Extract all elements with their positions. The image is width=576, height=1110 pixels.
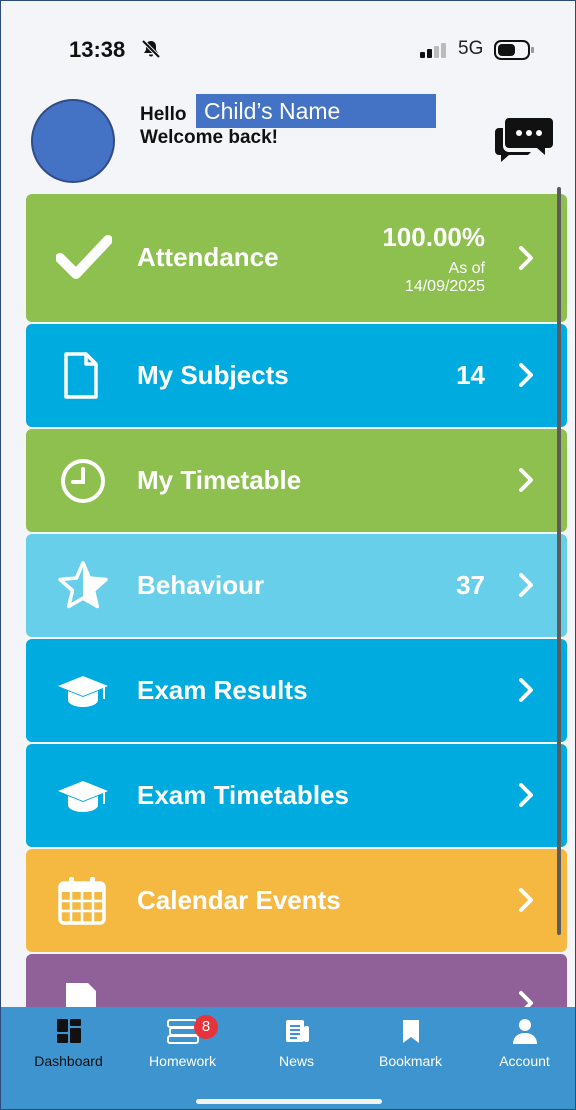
chevron-right-icon (519, 468, 533, 492)
star-icon (58, 561, 108, 609)
graduation-cap-icon (58, 781, 108, 812)
subjects-count: 14 (456, 360, 485, 390)
clock-icon (61, 459, 105, 503)
chevron-right-icon (519, 783, 533, 807)
menu-item-my-timetable[interactable]: My Timetable (26, 429, 567, 532)
signal-icon (420, 43, 446, 58)
status-time: 13:38 (69, 37, 126, 62)
menu-item-label: My Subjects (137, 360, 289, 390)
document-icon (64, 352, 98, 399)
menu-item-partial[interactable] (26, 954, 567, 1015)
messages-icon[interactable] (493, 116, 555, 162)
menu-item-attendance[interactable]: Attendance 100.00% As of 14/09/2025 (26, 194, 567, 322)
tab-label: Bookmark (378, 1053, 443, 1069)
chevron-right-icon (519, 888, 533, 912)
menu-item-exam-results[interactable]: Exam Results (26, 639, 567, 742)
home-indicator[interactable] (196, 1099, 382, 1104)
menu-item-calendar-events[interactable]: Calendar Events (26, 849, 567, 952)
welcome-text: Welcome back! (140, 127, 278, 148)
status-bar: 13:38 5G (1, 1, 575, 91)
menu-item-my-subjects[interactable]: My Subjects 14 (26, 324, 567, 427)
tab-bar: Dashboard Homework News Bookmark Account (1, 1007, 575, 1109)
battery-icon (494, 40, 534, 60)
tab-dashboard[interactable]: Dashboard (11, 1017, 126, 1069)
phone-screen: 13:38 5G Hello Child’s Name Welcome back… (0, 0, 576, 1110)
calendar-icon (58, 877, 106, 925)
behaviour-count: 37 (456, 570, 485, 600)
chevron-right-icon (519, 363, 533, 387)
chevron-right-icon (519, 678, 533, 702)
menu-item-behaviour[interactable]: Behaviour 37 (26, 534, 567, 637)
graduation-cap-icon (58, 676, 108, 707)
bookmark-icon (402, 1020, 419, 1043)
attendance-date: 14/09/2025 (404, 278, 485, 295)
news-icon (285, 1020, 309, 1042)
menu-item-label: Calendar Events (137, 885, 341, 915)
avatar[interactable] (31, 99, 115, 183)
menu-item-label: Exam Results (137, 675, 308, 705)
tab-label: Homework (149, 1053, 216, 1069)
menu-item-label: Behaviour (137, 570, 265, 600)
menu-item-label: My Timetable (137, 465, 302, 495)
network-type: 5G (458, 38, 484, 59)
greeting-text: Hello (140, 104, 187, 125)
menu-item-label: Exam Timetables (137, 780, 349, 810)
attendance-percent: 100.00% (382, 222, 485, 252)
menu-item-label: Attendance (137, 242, 279, 272)
menu-item-exam-timetables[interactable]: Exam Timetables (26, 744, 567, 847)
dashboard-icon (56, 1019, 81, 1043)
tab-bookmark[interactable]: Bookmark (353, 1017, 468, 1069)
account-icon (512, 1019, 537, 1044)
tab-account[interactable]: Account (467, 1017, 575, 1069)
tab-label: Dashboard (34, 1053, 103, 1069)
bell-muted-icon (141, 39, 161, 59)
tab-news[interactable]: News (239, 1017, 354, 1069)
tab-label: News (278, 1053, 314, 1069)
attendance-as-of: As of (448, 260, 485, 277)
tab-homework[interactable]: Homework (125, 1017, 240, 1069)
tab-label: Account (499, 1053, 550, 1069)
chevron-right-icon (519, 246, 533, 270)
chevron-right-icon (519, 573, 533, 597)
homework-badge: 8 (194, 1015, 218, 1039)
scrollbar[interactable] (557, 187, 561, 935)
checkmark-icon (56, 235, 112, 279)
child-name: Child’s Name (196, 94, 436, 128)
